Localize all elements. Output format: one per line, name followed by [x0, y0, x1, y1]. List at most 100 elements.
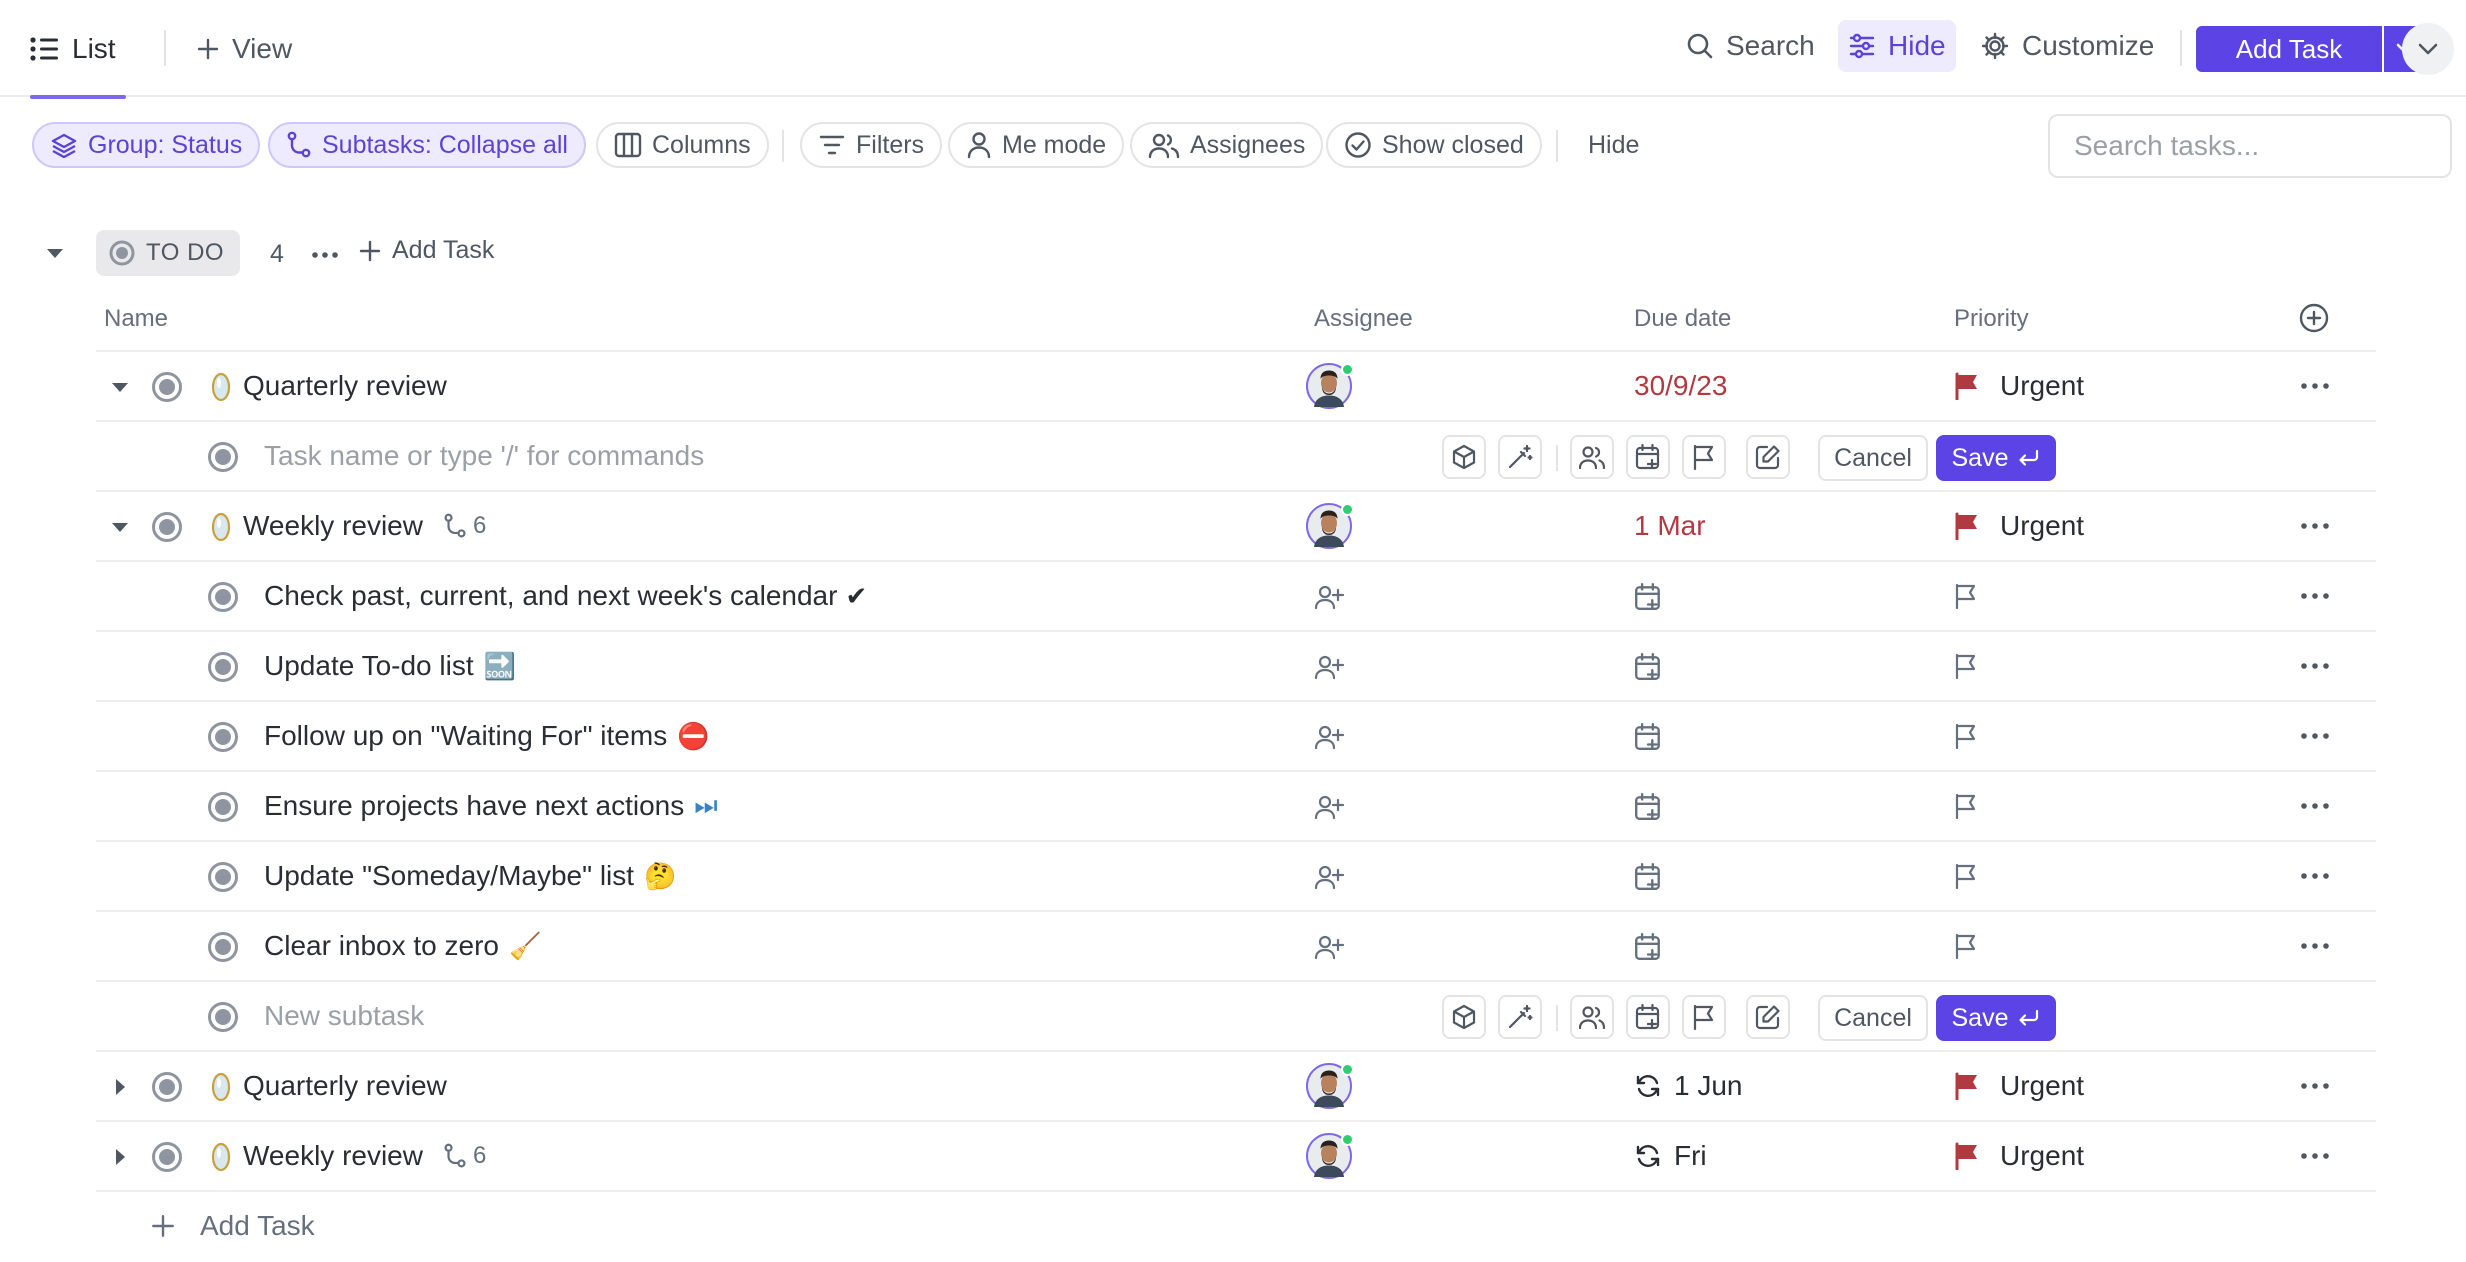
- subtask-name[interactable]: Check past, current, and next week's cal…: [264, 580, 867, 612]
- task-type-button[interactable]: [1442, 435, 1486, 479]
- task-name[interactable]: Weekly review 6: [243, 1140, 486, 1172]
- set-priority-button[interactable]: [1954, 793, 1978, 819]
- expand-toggle[interactable]: [108, 1075, 132, 1099]
- subtask-count[interactable]: 6: [443, 1142, 486, 1170]
- subtasks-chip[interactable]: Subtasks: Collapse all: [268, 122, 586, 168]
- edit-description-button[interactable]: [1746, 435, 1790, 479]
- row-more-button[interactable]: [2300, 591, 2330, 601]
- task-status-toggle[interactable]: [208, 582, 238, 612]
- cancel-button[interactable]: Cancel: [1818, 995, 1928, 1041]
- priority[interactable]: Urgent: [1954, 1070, 2084, 1102]
- due-date[interactable]: 1 Jun: [1634, 1070, 1743, 1102]
- edit-description-button[interactable]: [1746, 995, 1790, 1039]
- assignees-button[interactable]: [1570, 435, 1614, 479]
- set-due-date-button[interactable]: [1634, 582, 1662, 612]
- task-name[interactable]: Quarterly review: [243, 1070, 447, 1102]
- add-assignee-button[interactable]: [1314, 864, 1344, 890]
- search-button[interactable]: Search: [1676, 20, 1825, 72]
- add-assignee-button[interactable]: [1314, 724, 1344, 750]
- subtask-name[interactable]: Clear inbox to zero 🧹: [264, 930, 541, 962]
- ai-wand-button[interactable]: [1498, 435, 1542, 479]
- priority[interactable]: Urgent: [1954, 1140, 2084, 1172]
- assignees-chip[interactable]: Assignees: [1130, 122, 1324, 168]
- group-add-task-button[interactable]: Add Task: [358, 236, 494, 265]
- subtask-row[interactable]: Check past, current, and next week's cal…: [0, 561, 2466, 631]
- hide-button[interactable]: Hide: [1838, 20, 1956, 72]
- due-date[interactable]: Fri: [1634, 1140, 1707, 1172]
- me-mode-chip[interactable]: Me mode: [948, 122, 1125, 168]
- row-more-button[interactable]: [2300, 521, 2330, 531]
- assignee-avatar[interactable]: [1306, 503, 1354, 549]
- subtask-name[interactable]: Follow up on "Waiting For" items ⛔: [264, 720, 710, 752]
- task-status-toggle[interactable]: [208, 1002, 238, 1032]
- columns-chip[interactable]: Columns: [596, 122, 769, 168]
- hide-filter-button[interactable]: Hide: [1588, 122, 1639, 168]
- assignee-avatar[interactable]: [1306, 1133, 1354, 1179]
- subtask-row[interactable]: Ensure projects have next actions ⏭: [0, 771, 2466, 841]
- save-button[interactable]: Save: [1936, 995, 2056, 1041]
- set-priority-button[interactable]: [1954, 723, 1978, 749]
- save-button[interactable]: Save: [1936, 435, 2056, 481]
- cancel-button[interactable]: Cancel: [1818, 435, 1928, 481]
- assignee-avatar[interactable]: [1306, 363, 1354, 409]
- task-name-input[interactable]: Task name or type '/' for commands: [264, 440, 704, 472]
- more-options-button[interactable]: [2402, 23, 2454, 75]
- assignee-avatar[interactable]: [1306, 1063, 1354, 1109]
- add-column-button[interactable]: [2298, 302, 2330, 334]
- task-name[interactable]: Quarterly review: [243, 370, 447, 402]
- task-type-button[interactable]: [1442, 995, 1486, 1039]
- search-tasks-input[interactable]: [2048, 114, 2452, 178]
- row-more-button[interactable]: [2300, 871, 2330, 881]
- row-more-button[interactable]: [2300, 381, 2330, 391]
- due-date-button[interactable]: [1626, 435, 1670, 479]
- priority[interactable]: Urgent: [1954, 370, 2084, 402]
- task-status-toggle[interactable]: [208, 722, 238, 752]
- priority-button[interactable]: [1682, 435, 1726, 479]
- task-row[interactable]: Weekly review 6 Fri Urgent: [0, 1121, 2466, 1191]
- subtask-name[interactable]: Update To-do list 🔜: [264, 650, 516, 682]
- task-status-toggle[interactable]: [208, 862, 238, 892]
- tab-list[interactable]: List: [30, 0, 126, 99]
- task-status-toggle[interactable]: [208, 932, 238, 962]
- group-by-chip[interactable]: Group: Status: [32, 122, 261, 168]
- task-status-toggle[interactable]: [208, 652, 238, 682]
- due-date-button[interactable]: [1626, 995, 1670, 1039]
- set-due-date-button[interactable]: [1634, 932, 1662, 962]
- set-due-date-button[interactable]: [1634, 722, 1662, 752]
- subtask-name[interactable]: Ensure projects have next actions ⏭: [264, 790, 718, 822]
- show-closed-chip[interactable]: Show closed: [1326, 122, 1542, 168]
- priority-button[interactable]: [1682, 995, 1726, 1039]
- set-priority-button[interactable]: [1954, 933, 1978, 959]
- collapse-group-toggle[interactable]: [42, 240, 68, 266]
- customize-button[interactable]: Customize: [1970, 20, 2164, 72]
- expand-toggle[interactable]: [108, 375, 132, 399]
- expand-toggle[interactable]: [108, 1145, 132, 1169]
- subtask-name-input[interactable]: New subtask: [264, 1000, 424, 1032]
- due-date[interactable]: 30/9/23: [1634, 370, 1727, 402]
- set-due-date-button[interactable]: [1634, 792, 1662, 822]
- subtask-count[interactable]: 6: [443, 512, 486, 540]
- add-assignee-button[interactable]: [1314, 934, 1344, 960]
- task-status-toggle[interactable]: [208, 442, 238, 472]
- set-due-date-button[interactable]: [1634, 652, 1662, 682]
- status-group-badge[interactable]: TO DO: [96, 230, 241, 276]
- add-task-button[interactable]: Add Task: [2196, 26, 2382, 72]
- subtask-row[interactable]: Clear inbox to zero 🧹: [0, 911, 2466, 981]
- task-status-toggle[interactable]: [152, 372, 182, 402]
- set-priority-button[interactable]: [1954, 583, 1978, 609]
- expand-toggle[interactable]: [108, 515, 132, 539]
- task-status-toggle[interactable]: [208, 792, 238, 822]
- row-more-button[interactable]: [2300, 941, 2330, 951]
- add-task-footer-button[interactable]: Add Task: [150, 1210, 315, 1242]
- add-assignee-button[interactable]: [1314, 794, 1344, 820]
- column-header-priority[interactable]: Priority: [1954, 305, 2029, 333]
- task-name[interactable]: Weekly review 6: [243, 510, 486, 542]
- row-more-button[interactable]: [2300, 801, 2330, 811]
- subtask-row[interactable]: Update "Someday/Maybe" list 🤔: [0, 841, 2466, 911]
- row-more-button[interactable]: [2300, 1081, 2330, 1091]
- due-date[interactable]: 1 Mar: [1634, 510, 1706, 542]
- subtask-row[interactable]: Follow up on "Waiting For" items ⛔: [0, 701, 2466, 771]
- column-header-assignee[interactable]: Assignee: [1314, 305, 1413, 333]
- task-row[interactable]: Weekly review 6 1 Mar Urgent: [0, 491, 2466, 561]
- priority[interactable]: Urgent: [1954, 510, 2084, 542]
